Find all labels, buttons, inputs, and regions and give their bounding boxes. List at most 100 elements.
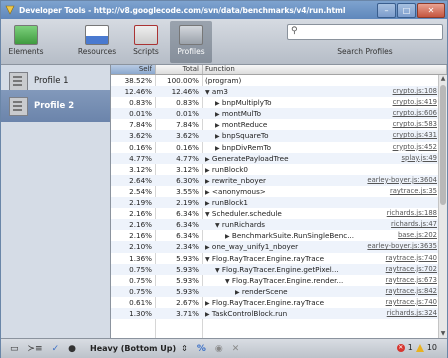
console-toggle-icon[interactable]: ≻≡ (28, 344, 43, 354)
vertical-scrollbar[interactable]: ▲ ▼ (438, 75, 447, 338)
profile-icon (9, 96, 28, 116)
source-link[interactable]: crypto.js:431 (390, 130, 437, 142)
disclosure-collapsed-icon[interactable]: ▶ (215, 100, 220, 107)
disclosure-collapsed-icon[interactable]: ▶ (205, 300, 210, 307)
source-link[interactable]: earley-boyer.js:3635 (365, 241, 437, 253)
sidebar-item-profile-2[interactable]: Profile 2 (1, 90, 110, 122)
table-row[interactable]: 3.12% 3.12% ▶ runBlock0 (111, 164, 439, 175)
table-row[interactable]: 12.46% 12.46% ▼ am3 crypto.js:108 (111, 86, 439, 98)
column-header-total[interactable]: Total (156, 65, 203, 74)
source-link[interactable]: crypto.js:452 (391, 142, 437, 153)
console-counters[interactable]: ✕ 1 10 (396, 343, 437, 352)
column-header-function[interactable]: Function (203, 65, 447, 74)
disclosure-collapsed-icon[interactable]: ▶ (215, 111, 220, 118)
table-row[interactable]: 0.75% 5.93% ▼ Flog.RayTracer.Engine.getPix… (111, 263, 439, 275)
profiles-icon (179, 25, 203, 45)
profile-enable-icon[interactable]: ✓ (52, 344, 60, 354)
table-row[interactable]: 2.16% 6.34% ▼ Scheduler.schedule richards.j… (111, 208, 439, 219)
source-link[interactable]: earley-boyer.js:3604 (365, 174, 437, 186)
maximize-button[interactable]: □ (397, 3, 416, 18)
source-link[interactable]: raytrace.js:35 (388, 186, 437, 197)
table-row[interactable]: 0.61% 2.67% ▶ Flog.RayTracer.Engine.rayTra… (111, 297, 439, 308)
view-mode-select[interactable]: Heavy (Bottom Up) ⇕ (90, 344, 188, 353)
percent-toggle-button[interactable]: % (197, 344, 206, 354)
table-row[interactable]: 2.16% 6.34% ▼ runRichards richards.js:47 (111, 219, 439, 231)
disclosure-expanded-icon[interactable]: ▼ (205, 256, 210, 263)
disclosure-expanded-icon[interactable]: ▼ (205, 211, 210, 218)
table-row[interactable]: 2.19% 2.19% ▶ runBlock1 (111, 197, 439, 209)
function-name: runRichards (221, 220, 266, 230)
minimize-button[interactable]: – (377, 3, 396, 18)
disclosure-expanded-icon[interactable]: ▼ (225, 278, 230, 285)
source-link[interactable]: crypto.js:419 (391, 97, 437, 108)
close-button[interactable]: ✕ (417, 3, 445, 18)
scroll-down-icon[interactable]: ▼ (439, 330, 447, 338)
function-name: Flog.RayTracer.Engine.getPixel... (221, 264, 339, 274)
source-link[interactable]: raytrace.js:673 (384, 275, 437, 286)
cell-total: 6.34% (176, 231, 199, 241)
disclosure-collapsed-icon[interactable]: ▶ (225, 233, 230, 240)
source-link[interactable]: raytrace.js:842 (383, 285, 437, 297)
disclosure-collapsed-icon[interactable]: ▶ (205, 167, 210, 174)
table-row[interactable]: 38.52% 100.00% (program) (111, 75, 439, 86)
table-row[interactable]: 0.75% 5.93% ▼ Flog.RayTracer.Engine.render… (111, 275, 439, 286)
focus-function-icon[interactable]: ◉ (215, 344, 223, 354)
disclosure-expanded-icon[interactable]: ▼ (215, 222, 220, 229)
source-link[interactable]: crypto.js:606 (390, 108, 437, 120)
cell-self: 3.62% (129, 131, 152, 141)
table-row[interactable]: 1.30% 3.71% ▶ TaskControlBlock.run richards… (111, 307, 439, 320)
cell-self: 2.10% (129, 242, 152, 252)
tab-resources[interactable]: Resources (76, 21, 118, 63)
elements-icon (14, 25, 38, 45)
disclosure-collapsed-icon[interactable]: ▶ (205, 244, 210, 251)
scrollbar-thumb[interactable] (440, 85, 446, 205)
cell-total: 5.93% (176, 264, 199, 274)
table-row[interactable]: 0.75% 5.93% ▶ renderScene raytrace.js:842 (111, 285, 439, 297)
dock-toggle-icon[interactable]: ▭ (10, 344, 19, 354)
column-header-self[interactable]: Self (111, 65, 156, 74)
source-link[interactable]: raytrace.js:740 (384, 297, 437, 308)
source-link[interactable]: crypto.js:583 (391, 119, 437, 130)
search-input[interactable]: ⚲ (287, 24, 443, 40)
table-row[interactable]: 0.83% 0.83% ▶ bnpMultiplyTo crypto.js:419 (111, 97, 439, 108)
disclosure-expanded-icon[interactable]: ▼ (215, 267, 220, 274)
disclosure-collapsed-icon[interactable]: ▶ (215, 122, 220, 129)
disclosure-collapsed-icon[interactable]: ▶ (235, 289, 240, 296)
table-row[interactable]: 0.01% 0.01% ▶ montMulTo crypto.js:606 (111, 108, 439, 120)
disclosure-expanded-icon[interactable]: ▼ (205, 89, 210, 96)
cell-self: 2.54% (129, 186, 152, 196)
profile-label: Profile 2 (34, 101, 75, 111)
source-link[interactable]: richards.js:324 (384, 307, 437, 320)
record-button-icon[interactable]: ● (68, 344, 76, 354)
source-link[interactable]: base.js:202 (396, 230, 437, 241)
tab-profiles[interactable]: Profiles (170, 21, 212, 63)
tab-scripts[interactable]: Scripts (125, 21, 167, 63)
table-row[interactable]: 2.16% 6.34% ▶ BenchmarkSuite.RunSingleBenc… (111, 230, 439, 241)
table-row[interactable]: 7.84% 7.84% ▶ montReduce crypto.js:583 (111, 119, 439, 130)
table-row[interactable]: 1.36% 5.93% ▼ Flog.RayTracer.Engine.rayTra… (111, 253, 439, 264)
disclosure-collapsed-icon[interactable]: ▶ (205, 200, 210, 207)
table-row[interactable]: 3.62% 3.62% ▶ bnpSquareTo crypto.js:431 (111, 130, 439, 142)
disclosure-collapsed-icon[interactable]: ▶ (205, 311, 210, 318)
disclosure-collapsed-icon[interactable]: ▶ (205, 156, 210, 163)
source-link[interactable]: crypto.js:108 (390, 86, 437, 98)
disclosure-collapsed-icon[interactable]: ▶ (215, 145, 220, 152)
tab-elements[interactable]: Elements (5, 21, 47, 63)
table-row[interactable]: 2.64% 6.30% ▶ rewrite_nboyer earley-boyer.j… (111, 174, 439, 186)
table-row[interactable]: 2.54% 3.55% ▶ <anonymous> raytrace.js:35 (111, 186, 439, 197)
disclosure-collapsed-icon[interactable]: ▶ (215, 133, 220, 140)
scroll-up-icon[interactable]: ▲ (439, 75, 447, 83)
table-row[interactable]: 2.10% 2.34% ▶ one_way_unify1_nboyer earley-… (111, 241, 439, 253)
source-link[interactable]: raytrace.js:740 (384, 253, 437, 264)
table-row[interactable]: 4.77% 4.77% ▶ GeneratePayloadTree splay.js:… (111, 152, 439, 164)
scripts-icon (134, 25, 158, 45)
source-link[interactable]: splay.js:49 (399, 152, 437, 164)
source-link[interactable]: richards.js:188 (385, 208, 437, 219)
table-row[interactable]: 0.16% 0.16% ▶ bnpDivRemTo crypto.js:452 (111, 142, 439, 153)
source-link[interactable]: richards.js:47 (389, 219, 437, 231)
disclosure-collapsed-icon[interactable]: ▶ (205, 189, 210, 196)
disclosure-collapsed-icon[interactable]: ▶ (205, 178, 210, 185)
exclude-function-icon[interactable]: ✕ (232, 344, 240, 354)
cell-total: 3.55% (176, 186, 199, 196)
source-link[interactable]: raytrace.js:702 (383, 263, 437, 275)
